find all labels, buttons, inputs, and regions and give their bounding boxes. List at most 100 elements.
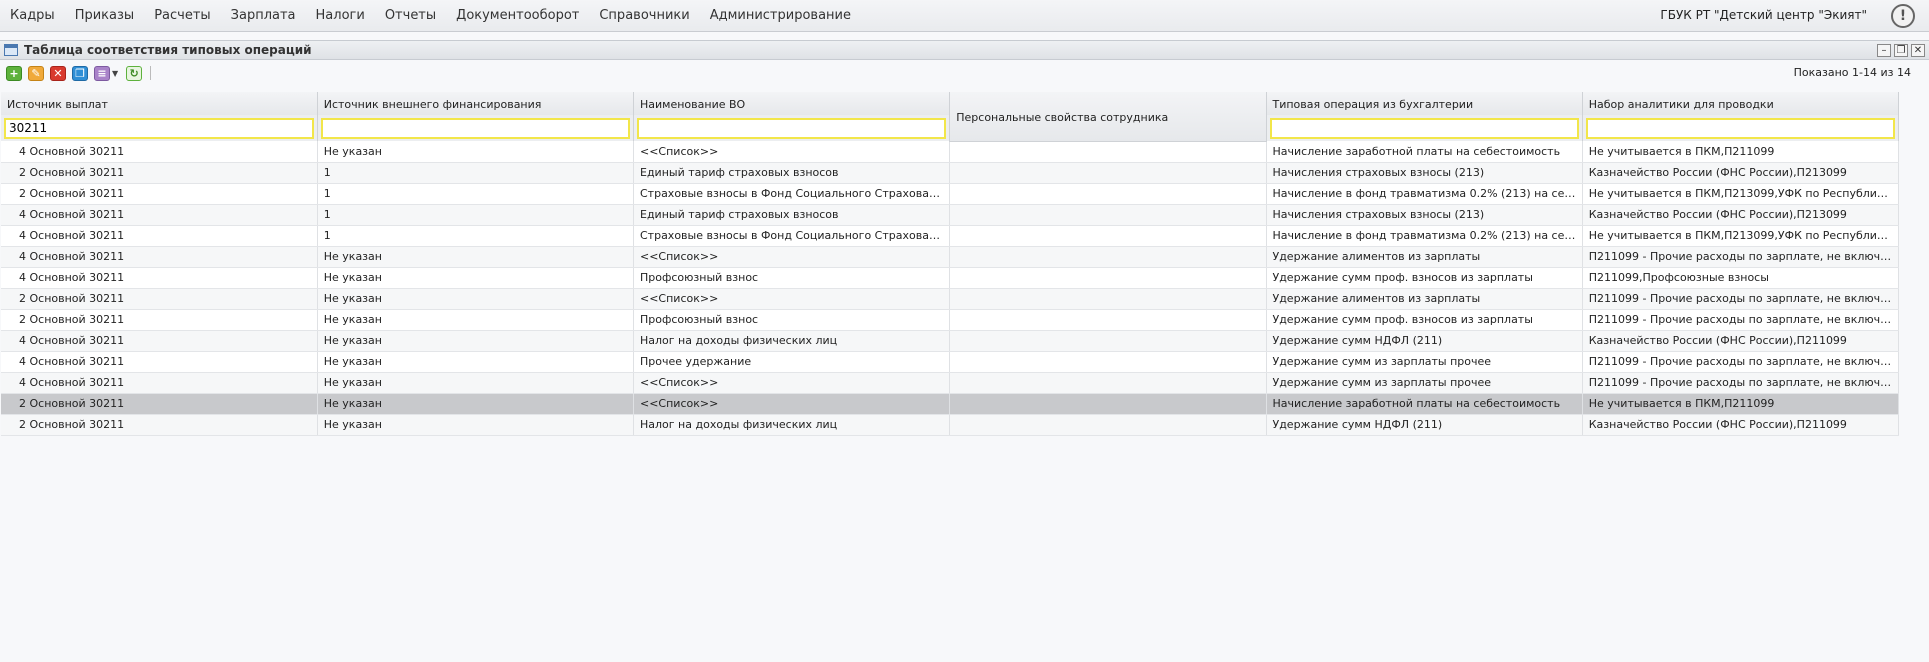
cell-external-financing: Не указан — [317, 351, 635, 373]
cell-personal-properties — [949, 162, 1267, 184]
cell-analytics-set: Не учитывается в ПКМ,П213099,УФК по Респ… — [1582, 225, 1900, 247]
minimize-icon[interactable]: – — [1877, 44, 1891, 57]
cell-typical-operation: Начисления страховых взносы (213) — [1266, 162, 1583, 184]
filter-analytics-set-input[interactable] — [1585, 117, 1895, 139]
cell-vo-name: Профсоюзный взнос — [633, 267, 951, 289]
column-header-vo-name[interactable]: Наименование ВО — [633, 92, 951, 115]
table-row[interactable]: 2 Основной 30211 Не указан <<Список>> Начис… — [1, 393, 1900, 415]
cell-personal-properties — [949, 288, 1267, 310]
table-row[interactable]: 2 Основной 30211 1 Страховые взносы в Фонд… — [1, 183, 1900, 205]
menu-icon[interactable]: ≡ — [94, 65, 110, 81]
cell-personal-properties — [949, 414, 1267, 436]
column-header-personal-properties[interactable]: Персональные свойства сотрудника — [949, 92, 1267, 142]
cell-analytics-set: П211099,Профсоюзные взносы — [1582, 267, 1900, 289]
operations-grid: Источник выплат Источник внешнего финанс… — [1, 92, 1900, 436]
menu-item-nalogi[interactable]: Налоги — [316, 8, 365, 23]
organization-name: ГБУК РТ "Детский центр "Экият" — [1660, 8, 1867, 22]
cell-vo-name: <<Список>> — [633, 141, 951, 163]
cell-external-financing: Не указан — [317, 330, 635, 352]
filter-external-financing-input[interactable] — [320, 117, 630, 139]
cell-personal-properties — [949, 267, 1267, 289]
toolbar-separator — [150, 66, 152, 80]
cell-typical-operation: Удержание сумм НДФЛ (211) — [1266, 414, 1583, 436]
cell-payment-source: 4 Основной 30211 — [1, 225, 318, 247]
cell-payment-source: 2 Основной 30211 — [1, 183, 318, 205]
cell-typical-operation: Начисление в фонд травматизма 0.2% (213)… — [1266, 225, 1583, 247]
cell-payment-source: 4 Основной 30211 — [1, 330, 318, 352]
copy-icon[interactable]: ❐ — [72, 65, 88, 81]
cell-analytics-set: Казначейство России (ФНС России),П211099 — [1582, 414, 1900, 436]
table-row[interactable]: 2 Основной 30211 Не указан <<Список>> Удерж… — [1, 288, 1900, 310]
table-row[interactable]: 4 Основной 30211 Не указан Прочее удержани… — [1, 351, 1900, 373]
close-icon[interactable]: ✕ — [1911, 44, 1925, 57]
cell-external-financing: 1 — [317, 225, 635, 247]
cell-vo-name: Прочее удержание — [633, 351, 951, 373]
table-window-icon — [4, 44, 18, 56]
add-icon[interactable]: + — [6, 65, 22, 81]
menu-item-dokumentooborot[interactable]: Документооборот — [456, 8, 579, 23]
main-menu-bar: Кадры Приказы Расчеты Зарплата Налоги От… — [0, 0, 1929, 32]
chevron-down-icon[interactable]: ▼ — [112, 69, 118, 78]
cell-typical-operation: Удержание сумм НДФЛ (211) — [1266, 330, 1583, 352]
column-header-analytics-set[interactable]: Набор аналитики для проводки — [1582, 92, 1900, 115]
cell-analytics-set: Казначейство России (ФНС России),П211099 — [1582, 330, 1900, 352]
cell-typical-operation: Удержание алиментов из зарплаты — [1266, 246, 1583, 268]
menu-item-zarplata[interactable]: Зарплата — [231, 8, 296, 23]
menu-item-otchety[interactable]: Отчеты — [385, 8, 436, 23]
menu-item-kadry[interactable]: Кадры — [10, 8, 55, 23]
cell-payment-source: 4 Основной 30211 — [1, 141, 318, 163]
table-row[interactable]: 2 Основной 30211 Не указан Профсоюзный взн… — [1, 309, 1900, 331]
column-header-external-financing[interactable]: Источник внешнего финансирования — [317, 92, 635, 115]
cell-analytics-set: П211099 - Прочие расходы по зарплате, не… — [1582, 288, 1900, 310]
table-row[interactable]: 4 Основной 30211 Не указан <<Список>> Удерж… — [1, 246, 1900, 268]
filter-typical-operation-input[interactable] — [1269, 117, 1579, 139]
table-row[interactable]: 4 Основной 30211 Не указан <<Список>> Начис… — [1, 141, 1900, 163]
window-title: Таблица соответствия типовых операций — [24, 43, 312, 57]
filter-cell — [317, 115, 635, 141]
edit-icon[interactable]: ✎ — [28, 65, 44, 81]
table-row[interactable]: 4 Основной 30211 1 Единый тариф страховых … — [1, 204, 1900, 226]
menu-item-administrirovanie[interactable]: Администрирование — [710, 8, 851, 23]
table-row[interactable]: 2 Основной 30211 Не указан Налог на доходы… — [1, 414, 1900, 436]
filter-cell — [633, 115, 951, 141]
cell-vo-name: Страховые взносы в Фонд Социального Стра… — [633, 225, 951, 247]
cell-external-financing: 1 — [317, 162, 635, 184]
table-row[interactable]: 2 Основной 30211 1 Единый тариф страховых … — [1, 162, 1900, 184]
cell-analytics-set: Не учитывается в ПКМ,П211099 — [1582, 141, 1900, 163]
cell-analytics-set: Не учитывается в ПКМ,П211099 — [1582, 393, 1900, 415]
cell-personal-properties — [949, 351, 1267, 373]
cell-typical-operation: Удержание сумм из зарплаты прочее — [1266, 372, 1583, 394]
table-row[interactable]: 4 Основной 30211 Не указан Профсоюзный взн… — [1, 267, 1900, 289]
menu-item-prikazy[interactable]: Приказы — [75, 8, 134, 23]
filter-payment-source-input[interactable] — [4, 117, 314, 139]
table-row[interactable]: 4 Основной 30211 Не указан Налог на доходы… — [1, 330, 1900, 352]
cell-analytics-set: П211099 - Прочие расходы по зарплате, не… — [1582, 351, 1900, 373]
column-header-typical-operation[interactable]: Типовая операция из бухгалтерии — [1266, 92, 1583, 115]
refresh-icon[interactable]: ↻ — [126, 65, 143, 81]
filter-cell — [1266, 115, 1583, 141]
cell-vo-name: Налог на доходы физических лиц — [633, 330, 951, 352]
cell-typical-operation: Начисление заработной платы на себестоим… — [1266, 393, 1583, 415]
filter-cell — [1582, 115, 1900, 141]
cell-vo-name: Налог на доходы физических лиц — [633, 414, 951, 436]
filter-vo-name-input[interactable] — [637, 117, 947, 139]
cell-personal-properties — [949, 330, 1267, 352]
cell-typical-operation: Удержание сумм проф. взносов из зарплаты — [1266, 309, 1583, 331]
cell-analytics-set: П211099 - Прочие расходы по зарплате, не… — [1582, 309, 1900, 331]
cell-vo-name: <<Список>> — [633, 246, 951, 268]
restore-icon[interactable]: ❐ — [1894, 44, 1908, 57]
delete-icon[interactable]: ✕ — [50, 65, 66, 81]
menu-item-raschety[interactable]: Расчеты — [154, 8, 210, 23]
table-row[interactable]: 4 Основной 30211 Не указан <<Список>> Удерж… — [1, 372, 1900, 394]
cell-typical-operation: Начисления страховых взносы (213) — [1266, 204, 1583, 226]
alert-icon[interactable]: ! — [1891, 4, 1915, 28]
menu-item-spravochniki[interactable]: Справочники — [599, 8, 689, 23]
cell-typical-operation: Удержание сумм проф. взносов из зарплаты — [1266, 267, 1583, 289]
table-body: 4 Основной 30211 Не указан <<Список>> Начис… — [1, 141, 1900, 436]
cell-vo-name: Единый тариф страховых взносов — [633, 162, 951, 184]
column-header-payment-source[interactable]: Источник выплат — [1, 92, 318, 115]
cell-external-financing: Не указан — [317, 141, 635, 163]
cell-external-financing: Не указан — [317, 267, 635, 289]
operations-table: Источник выплат Источник внешнего финанс… — [1, 92, 1900, 436]
table-row[interactable]: 4 Основной 30211 1 Страховые взносы в Фонд… — [1, 225, 1900, 247]
